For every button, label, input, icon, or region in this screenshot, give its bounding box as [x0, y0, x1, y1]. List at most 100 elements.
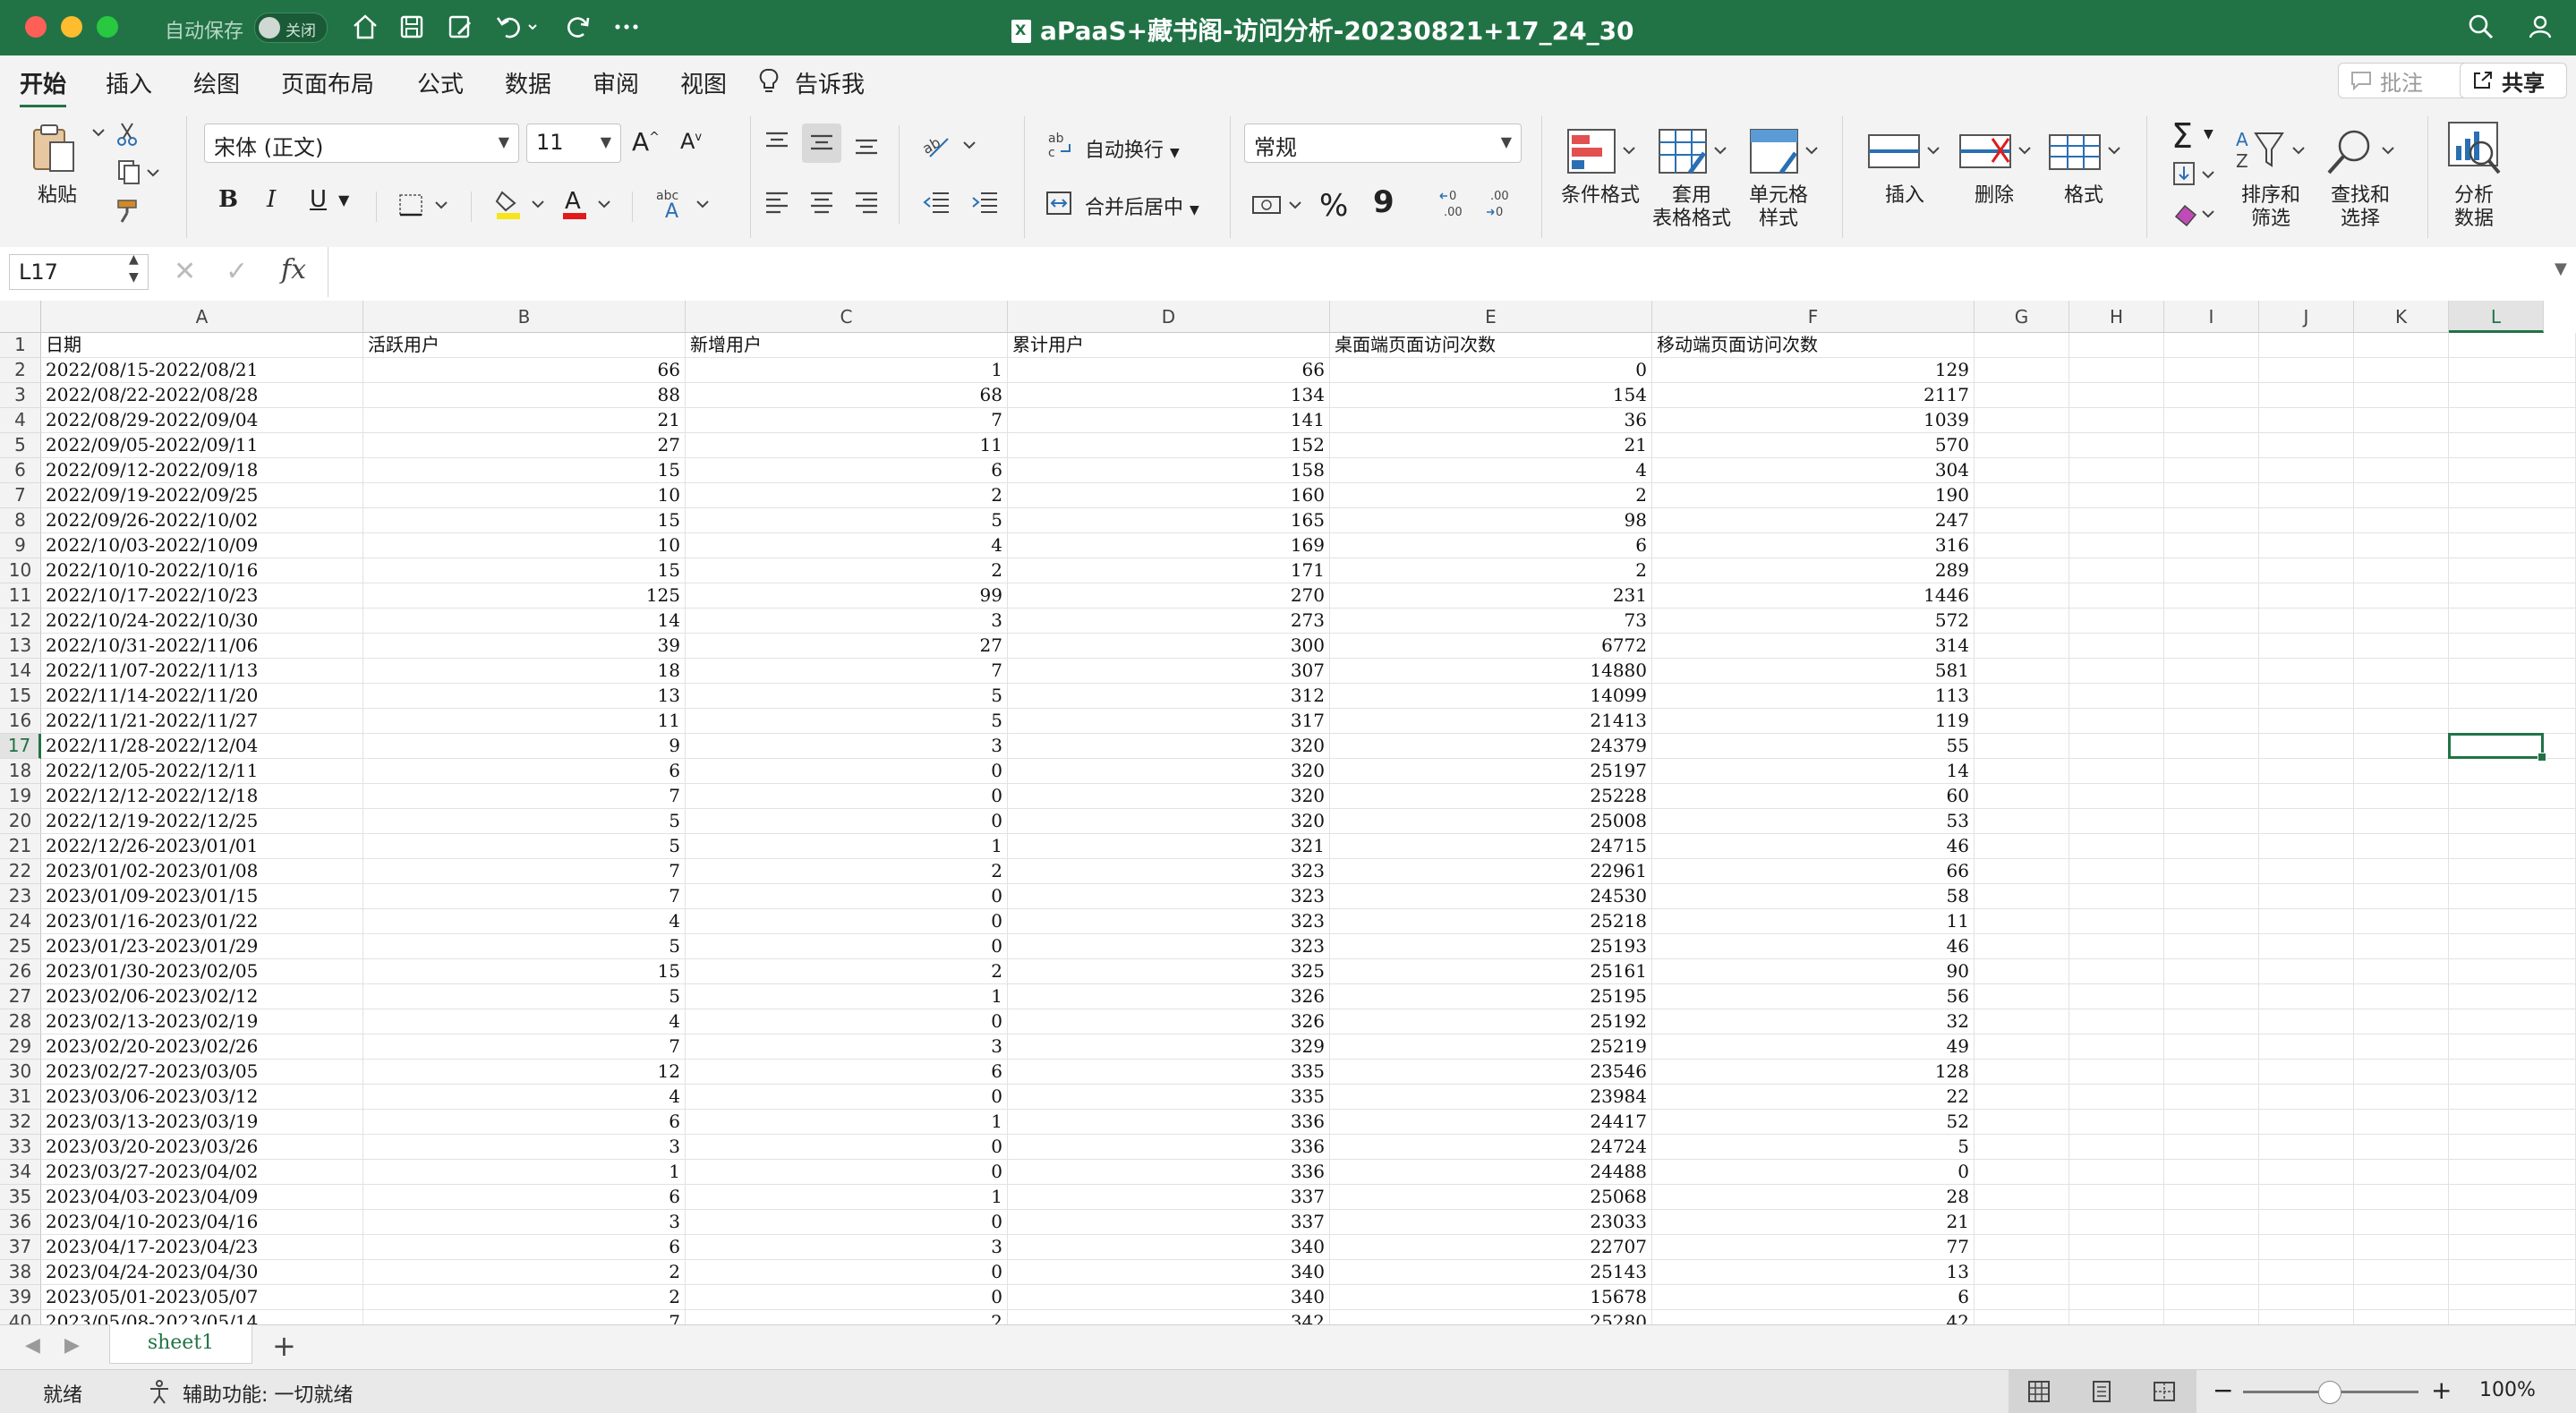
data-cell[interactable]: 2023/01/23-2023/01/29 — [41, 934, 363, 959]
empty-cell[interactable] — [2164, 1085, 2259, 1110]
empty-cell[interactable] — [2164, 1160, 2259, 1185]
empty-cell[interactable] — [2354, 1034, 2449, 1060]
empty-cell[interactable] — [2354, 508, 2449, 533]
empty-cell[interactable] — [2069, 634, 2164, 659]
data-cell[interactable]: 2022/10/03-2022/10/09 — [41, 533, 363, 558]
worksheet-grid[interactable]: A B C D E F G H I J K L 1 日期 活跃用户 新增用户 累计用户 桌面端页面访问次数 移动端页… — [0, 297, 2576, 1324]
zoom-out-icon[interactable]: − — [2213, 1375, 2233, 1405]
row-header[interactable]: 27 — [0, 984, 41, 1009]
data-cell[interactable]: 2 — [686, 483, 1008, 508]
zoom-slider-thumb[interactable] — [2318, 1381, 2341, 1404]
empty-cell[interactable] — [2354, 609, 2449, 634]
row-header[interactable]: 39 — [0, 1285, 41, 1310]
data-cell[interactable]: 0 — [686, 1210, 1008, 1235]
empty-cell[interactable] — [1975, 909, 2069, 934]
data-cell[interactable]: 171 — [1008, 558, 1330, 583]
data-cell[interactable]: 21 — [363, 408, 686, 433]
empty-cell[interactable] — [2069, 1085, 2164, 1110]
empty-cell[interactable] — [2354, 358, 2449, 383]
data-cell[interactable]: 0 — [686, 1285, 1008, 1310]
name-box-up-icon[interactable]: ▲ — [129, 252, 139, 267]
empty-cell[interactable] — [2259, 358, 2354, 383]
empty-cell[interactable] — [2449, 634, 2576, 659]
empty-cell[interactable] — [2164, 609, 2259, 634]
tab-formulas[interactable]: 公式 — [417, 66, 464, 99]
empty-cell[interactable] — [2259, 408, 2354, 433]
column-header[interactable]: J — [2259, 301, 2354, 333]
data-cell[interactable]: 58 — [1652, 884, 1975, 909]
empty-cell[interactable] — [2449, 1185, 2576, 1210]
empty-cell[interactable] — [1975, 684, 2069, 709]
data-cell[interactable]: 13 — [363, 684, 686, 709]
data-cell[interactable]: 2 — [686, 959, 1008, 984]
row-header[interactable]: 16 — [0, 709, 41, 734]
empty-cell[interactable] — [1975, 659, 2069, 684]
empty-cell[interactable] — [2449, 684, 2576, 709]
data-cell[interactable]: 25280 — [1330, 1310, 1652, 1324]
empty-cell[interactable] — [2164, 884, 2259, 909]
data-cell[interactable]: 4 — [363, 909, 686, 934]
empty-cell[interactable] — [2259, 834, 2354, 859]
data-cell[interactable]: 1 — [686, 834, 1008, 859]
row-header[interactable]: 21 — [0, 834, 41, 859]
tab-draw[interactable]: 绘图 — [193, 66, 240, 99]
data-cell[interactable]: 14099 — [1330, 684, 1652, 709]
row-header[interactable]: 7 — [0, 483, 41, 508]
empty-cell[interactable] — [2069, 483, 2164, 508]
empty-cell[interactable] — [2259, 1285, 2354, 1310]
empty-cell[interactable] — [2164, 1235, 2259, 1260]
tab-review[interactable]: 审阅 — [593, 66, 639, 99]
empty-cell[interactable] — [2449, 483, 2576, 508]
data-cell[interactable]: 3 — [363, 1135, 686, 1160]
row-header[interactable]: 18 — [0, 759, 41, 784]
phonetic-guide-icon[interactable]: abc A — [653, 186, 716, 222]
data-cell[interactable]: 325 — [1008, 959, 1330, 984]
data-cell[interactable]: 1 — [686, 1185, 1008, 1210]
empty-cell[interactable] — [2449, 1009, 2576, 1034]
tab-page-layout[interactable]: 页面布局 — [281, 66, 374, 99]
empty-cell[interactable] — [1975, 508, 2069, 533]
data-cell[interactable]: 2023/03/13-2023/03/19 — [41, 1110, 363, 1135]
tab-home[interactable]: 开始 — [20, 66, 67, 108]
share-button[interactable]: 共享 — [2460, 63, 2567, 98]
empty-cell[interactable] — [2069, 1310, 2164, 1324]
data-cell[interactable]: 1 — [686, 358, 1008, 383]
empty-cell[interactable] — [2259, 1085, 2354, 1110]
empty-cell[interactable] — [2259, 458, 2354, 483]
data-cell[interactable]: 24530 — [1330, 884, 1652, 909]
data-cell[interactable]: 2022/11/28-2022/12/04 — [41, 734, 363, 759]
data-cell[interactable]: 1 — [686, 1110, 1008, 1135]
empty-cell[interactable] — [1975, 984, 2069, 1009]
data-cell[interactable]: 66 — [1008, 358, 1330, 383]
percent-style-icon[interactable]: % — [1319, 188, 1348, 224]
data-cell[interactable]: 304 — [1652, 458, 1975, 483]
empty-cell[interactable] — [2354, 1210, 2449, 1235]
page-layout-view-icon[interactable] — [2087, 1377, 2116, 1406]
data-cell[interactable]: 27 — [363, 433, 686, 458]
data-cell[interactable]: 46 — [1652, 934, 1975, 959]
data-cell[interactable]: 247 — [1652, 508, 1975, 533]
data-cell[interactable]: 22 — [1652, 1085, 1975, 1110]
tab-insert[interactable]: 插入 — [106, 66, 152, 99]
empty-cell[interactable] — [2259, 1009, 2354, 1034]
data-cell[interactable]: 32 — [1652, 1009, 1975, 1034]
empty-cell[interactable] — [1975, 709, 2069, 734]
empty-cell[interactable] — [1975, 583, 2069, 609]
empty-cell[interactable] — [1975, 1235, 2069, 1260]
data-cell[interactable]: 42 — [1652, 1310, 1975, 1324]
empty-cell[interactable] — [2259, 1034, 2354, 1060]
data-cell[interactable]: 25219 — [1330, 1034, 1652, 1060]
data-cell[interactable]: 2023/04/10-2023/04/16 — [41, 1210, 363, 1235]
empty-cell[interactable] — [2164, 984, 2259, 1009]
empty-cell[interactable] — [2069, 408, 2164, 433]
data-cell[interactable]: 52 — [1652, 1110, 1975, 1135]
row-header[interactable]: 10 — [0, 558, 41, 583]
row-header[interactable]: 6 — [0, 458, 41, 483]
data-cell[interactable]: 0 — [686, 934, 1008, 959]
empty-cell[interactable] — [2259, 1260, 2354, 1285]
data-cell[interactable]: 5 — [1652, 1135, 1975, 1160]
row-header[interactable]: 40 — [0, 1310, 41, 1324]
data-cell[interactable]: 323 — [1008, 859, 1330, 884]
data-cell[interactable]: 2023/01/09-2023/01/15 — [41, 884, 363, 909]
empty-cell[interactable] — [1975, 759, 2069, 784]
